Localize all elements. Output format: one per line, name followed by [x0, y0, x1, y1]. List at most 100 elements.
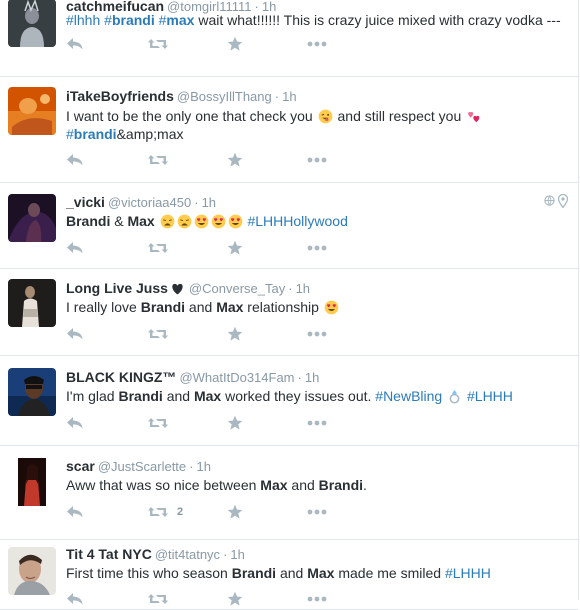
retweet-button[interactable]: [147, 326, 169, 342]
tweet-text-fragment: Aww that was so nice between: [66, 477, 261, 493]
avatar[interactable]: [8, 368, 56, 416]
reply-button[interactable]: [66, 240, 84, 256]
tweet-timestamp[interactable]: 1h: [202, 195, 216, 210]
two-hearts-emoji: [466, 109, 481, 124]
reply-icon: [66, 505, 84, 519]
reply-button[interactable]: [66, 504, 84, 520]
more-dots-icon: [307, 331, 327, 337]
tweet-text-fragment: I'm glad: [66, 388, 119, 404]
avatar[interactable]: [8, 279, 56, 327]
heart-eyes-emoji: [324, 300, 339, 315]
more-button[interactable]: [307, 326, 327, 342]
reply-icon: [66, 592, 84, 606]
user-display-name[interactable]: Tit 4 Tat NYC: [66, 546, 152, 562]
tweet[interactable]: iTakeBoyfriends @BossyIllThang · 1h I want t…: [0, 76, 578, 183]
hashtag-link[interactable]: #LHHHollywood: [247, 213, 347, 229]
retweet-button[interactable]: [147, 591, 169, 607]
separator-dot: ·: [297, 370, 302, 385]
tweet-header: BLACK KINGZ™ @WhatItDo314Fam · 1h: [66, 369, 319, 386]
user-avatar-grey: [8, 279, 56, 327]
hashtag-link[interactable]: #max: [159, 12, 195, 28]
tweet-text-fragment: [155, 213, 159, 229]
reply-button[interactable]: [66, 36, 84, 52]
tweet[interactable]: Long Live Juss @Converse_Tay · 1h I really l…: [0, 268, 578, 356]
avatar[interactable]: [8, 87, 56, 135]
more-button[interactable]: [307, 504, 327, 520]
favorite-button[interactable]: [227, 240, 243, 256]
favorite-button[interactable]: [227, 36, 243, 52]
tweet-timestamp[interactable]: 1h: [282, 89, 296, 104]
retweet-button[interactable]: [147, 240, 169, 256]
tweet-text: I really love Brandi and Max relationshi…: [66, 298, 340, 316]
user-display-name[interactable]: Long Live Juss: [66, 280, 168, 296]
user-display-name[interactable]: BLACK KINGZ™: [66, 369, 176, 385]
tweet-timestamp[interactable]: 1h: [230, 547, 244, 562]
user-handle[interactable]: @Converse_Tay: [189, 281, 285, 296]
user-handle[interactable]: @victoriaa450: [108, 195, 191, 210]
retweet-icon: [147, 153, 169, 167]
tweet-text-fragment: &amp;max: [116, 126, 184, 142]
favorite-button[interactable]: [227, 591, 243, 607]
more-button[interactable]: [307, 152, 327, 168]
hashtag-link[interactable]: #NewBling: [375, 388, 442, 404]
tweet[interactable]: scar @JustScarlette · 1h Aww that was so nic…: [0, 445, 578, 540]
more-dots-icon: [307, 157, 327, 163]
reply-button[interactable]: [66, 152, 84, 168]
tweet-text-fragment: I really love: [66, 299, 141, 315]
retweet-button[interactable]: 2: [147, 504, 183, 520]
hashtag-link[interactable]: #lhhh: [66, 12, 100, 28]
tweet-text-fragment: First time this who season: [66, 565, 232, 581]
location-pin-icon: [558, 193, 568, 208]
tweet[interactable]: BLACK KINGZ™ @WhatItDo314Fam · 1h I'm glad B…: [0, 355, 578, 446]
separator-dot: ·: [194, 195, 199, 210]
user-handle[interactable]: @tit4tatnyc: [155, 547, 220, 562]
user-handle[interactable]: @JustScarlette: [98, 459, 186, 474]
tweet-text-fragment: and: [162, 388, 194, 404]
tweet-timestamp[interactable]: 1h: [197, 459, 211, 474]
favorite-star-icon: [227, 504, 243, 520]
retweet-button[interactable]: [147, 415, 169, 431]
user-display-name[interactable]: _vicki: [66, 194, 105, 210]
more-dots-icon: [307, 245, 327, 251]
avatar[interactable]: [8, 458, 56, 506]
tweet-timestamp[interactable]: 1h: [296, 281, 310, 296]
hashtag-link[interactable]: #LHHH: [445, 565, 491, 581]
hashtag-keyword: max: [166, 12, 195, 28]
reply-button[interactable]: [66, 326, 84, 342]
user-display-name[interactable]: iTakeBoyfriends: [66, 88, 174, 104]
hashtag-keyword: brandi: [111, 12, 155, 28]
avatar[interactable]: [8, 547, 56, 595]
highlighted-keyword: Brandi: [118, 388, 163, 404]
ring-emoji: [447, 389, 462, 404]
hashtag-link[interactable]: #LHHH: [467, 388, 513, 404]
favorite-button[interactable]: [227, 504, 243, 520]
tweet-timestamp[interactable]: 1h: [305, 370, 319, 385]
globe-icon: [544, 195, 555, 207]
user-display-name[interactable]: scar: [66, 458, 95, 474]
tweet[interactable]: Tit 4 Tat NYC @tit4tatnyc · 1h First time th…: [0, 539, 578, 610]
retweet-button[interactable]: [147, 152, 169, 168]
tweet[interactable]: _vicki @victoriaa450 · 1h Brandi & Max #LHHH…: [0, 182, 578, 269]
user-handle[interactable]: @BossyIllThang: [177, 89, 272, 104]
hashtag-link[interactable]: #brandi: [104, 12, 155, 28]
hashtag-link[interactable]: #brandi: [66, 126, 117, 142]
more-button[interactable]: [307, 591, 327, 607]
favorite-button[interactable]: [227, 326, 243, 342]
favorite-button[interactable]: [227, 415, 243, 431]
tweet[interactable]: catchmeifucan @tomgirl11111 · 1h #lhhh #bran…: [0, 0, 578, 77]
reply-button[interactable]: [66, 415, 84, 431]
highlighted-keyword: Max: [127, 213, 155, 229]
more-button[interactable]: [307, 415, 327, 431]
highlighted-keyword: Max: [307, 565, 335, 581]
more-dots-icon: [307, 41, 327, 47]
reply-button[interactable]: [66, 591, 84, 607]
tweet-text-fragment: .: [363, 477, 367, 493]
user-handle[interactable]: @WhatItDo314Fam: [179, 370, 294, 385]
retweet-button[interactable]: [147, 36, 169, 52]
tweet-header: iTakeBoyfriends @BossyIllThang · 1h: [66, 88, 297, 105]
more-button[interactable]: [307, 240, 327, 256]
more-button[interactable]: [307, 36, 327, 52]
avatar[interactable]: [8, 194, 56, 242]
favorite-button[interactable]: [227, 152, 243, 168]
avatar[interactable]: [8, 0, 56, 47]
